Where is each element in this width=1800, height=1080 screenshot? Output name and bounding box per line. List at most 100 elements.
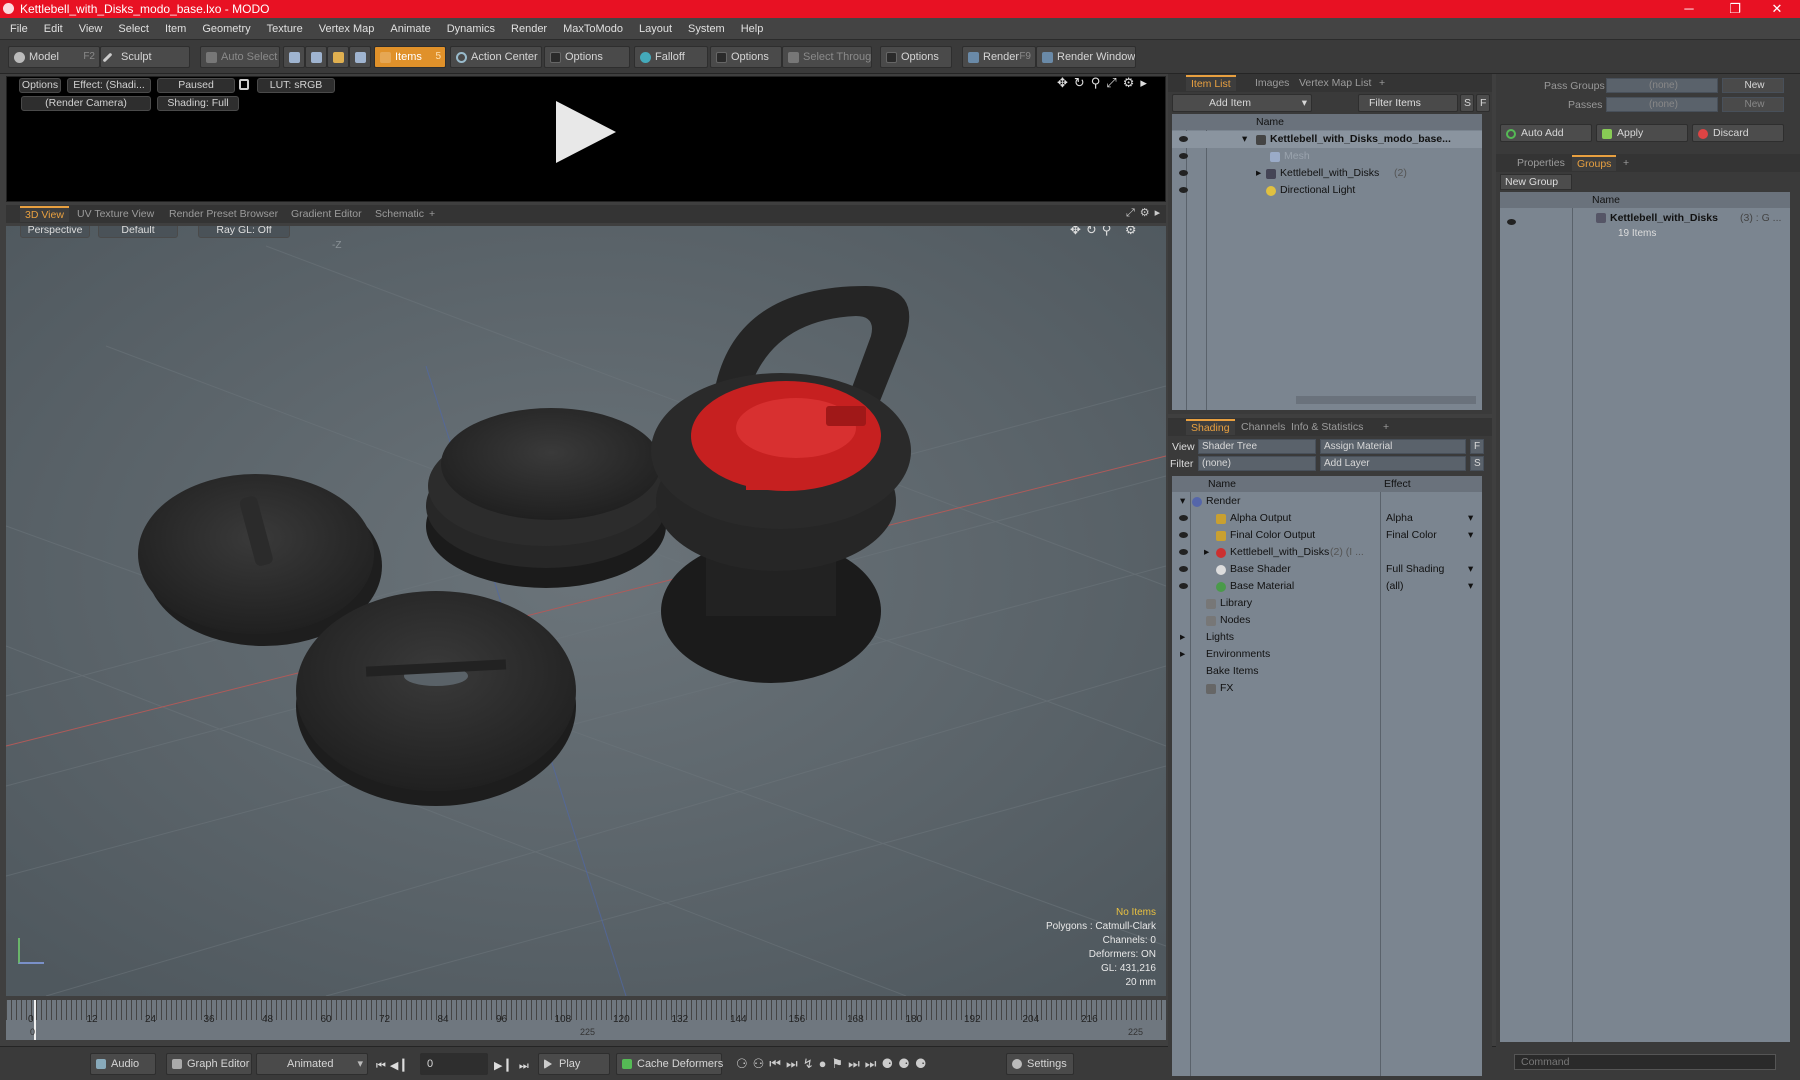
- item-row-kettlebell[interactable]: ▸ Kettlebell_with_Disks (2): [1172, 165, 1482, 182]
- visibility-eye-icon[interactable]: [1179, 583, 1188, 589]
- preview-nav-icons[interactable]: ✥↻⚲⤢⚙▸: [1057, 75, 1153, 91]
- 3d-viewport[interactable]: -Z Perspective Default Ray GL: Off ✥↻⚲ ⚙…: [6, 226, 1166, 996]
- item-tree[interactable]: Name ▾ Kettlebell_with_Disks_modo_base...…: [1172, 114, 1482, 410]
- add-layer-dropdown[interactable]: Add Layer: [1320, 456, 1466, 471]
- tab-shading[interactable]: Shading: [1186, 419, 1235, 435]
- render-preview[interactable]: Options Effect: (Shadi... Paused LUT: sR…: [6, 75, 1166, 202]
- shader-row[interactable]: Nodes: [1172, 612, 1482, 629]
- menu-geometry[interactable]: Geometry: [194, 18, 258, 40]
- expand-arrow-icon[interactable]: ▸: [1180, 629, 1185, 646]
- items-button[interactable]: Items 5: [374, 46, 446, 68]
- render-window-button[interactable]: Render Window: [1036, 46, 1136, 68]
- chevron-down-icon[interactable]: ▾: [1468, 561, 1473, 578]
- expand-arrow-icon[interactable]: ▾: [1180, 493, 1185, 510]
- play-button[interactable]: Play: [538, 1053, 610, 1075]
- item-s-button[interactable]: S: [1460, 94, 1474, 112]
- shader-row[interactable]: Bake Items: [1172, 663, 1482, 680]
- select-through-button[interactable]: Select Through: [782, 46, 872, 68]
- model-button[interactable]: Model F2: [8, 46, 100, 68]
- add-tab-button[interactable]: +: [1378, 419, 1394, 435]
- shading-s-button[interactable]: S: [1470, 456, 1484, 471]
- menu-animate[interactable]: Animate: [382, 18, 438, 40]
- visibility-eye-icon[interactable]: [1179, 566, 1188, 572]
- action-center-button[interactable]: Action Center: [450, 46, 542, 68]
- lock-icon[interactable]: [239, 79, 249, 90]
- shader-tree[interactable]: Name Effect ▾ Render Alpha Output Alpha ▾ Fina…: [1172, 476, 1482, 1076]
- add-tab-button[interactable]: +: [1618, 155, 1634, 171]
- shader-row[interactable]: ▸ Lights: [1172, 629, 1482, 646]
- menu-texture[interactable]: Texture: [259, 18, 311, 40]
- tab-3d-view[interactable]: 3D View: [20, 206, 69, 222]
- preview-options[interactable]: Options: [19, 78, 61, 93]
- item-row-scene[interactable]: ▾ Kettlebell_with_Disks_modo_base...: [1172, 131, 1482, 148]
- timeline[interactable]: 0 12 24 36 48 60 72 84 96 108 120 132 144 156 168 180 19…: [6, 1000, 1166, 1040]
- audio-button[interactable]: Audio: [90, 1053, 156, 1075]
- visibility-eye-icon[interactable]: [1179, 515, 1188, 521]
- tab-render-preset-browser[interactable]: Render Preset Browser: [164, 206, 283, 222]
- expand-arrow-icon[interactable]: ▾: [1242, 131, 1247, 148]
- new-pass-group-button[interactable]: New: [1722, 78, 1784, 93]
- visibility-eye-icon[interactable]: [1179, 153, 1188, 159]
- shader-row[interactable]: ▸ Environments: [1172, 646, 1482, 663]
- menu-system[interactable]: System: [680, 18, 733, 40]
- default-shading-button[interactable]: Default: [98, 226, 178, 238]
- shader-row[interactable]: ▸ Kettlebell_with_Disks (2) (I ...: [1172, 544, 1482, 561]
- view-dropdown[interactable]: Shader Tree: [1198, 439, 1316, 454]
- select-edges-button[interactable]: [305, 46, 327, 68]
- filter-items-input[interactable]: Filter Items: [1358, 94, 1458, 112]
- groups-tree[interactable]: Name Kettlebell_with_Disks (3) : G ... 19…: [1500, 192, 1790, 1042]
- filter-dropdown[interactable]: (none): [1198, 456, 1316, 471]
- visibility-eye-icon[interactable]: [1179, 136, 1188, 142]
- tab-groups[interactable]: Groups: [1572, 155, 1617, 171]
- new-group-button[interactable]: New Group: [1500, 174, 1572, 190]
- item-f-button[interactable]: F: [1476, 94, 1490, 112]
- visibility-eye-icon[interactable]: [1179, 532, 1188, 538]
- select-polygons-button[interactable]: [327, 46, 349, 68]
- options-button-3[interactable]: Options: [880, 46, 952, 68]
- shader-row[interactable]: ▾ Render: [1172, 493, 1482, 510]
- apply-button[interactable]: Apply: [1596, 124, 1688, 142]
- viewport-nav-icons[interactable]: ✥↻⚲ ⚙: [1070, 226, 1142, 238]
- expand-arrow-icon[interactable]: ▸: [1256, 165, 1261, 182]
- select-materials-button[interactable]: [349, 46, 371, 68]
- menu-view[interactable]: View: [71, 18, 111, 40]
- preview-camera[interactable]: (Render Camera): [21, 96, 151, 111]
- shading-f-button[interactable]: F: [1470, 439, 1484, 454]
- add-tab-button[interactable]: +: [1374, 75, 1390, 91]
- assign-material-button[interactable]: Assign Material: [1320, 439, 1466, 454]
- item-row-mesh[interactable]: Mesh: [1172, 148, 1482, 165]
- tab-gradient-editor[interactable]: Gradient Editor: [286, 206, 367, 222]
- add-tab-button[interactable]: +: [424, 206, 440, 222]
- tab-images[interactable]: Images: [1250, 75, 1294, 91]
- chevron-down-icon[interactable]: ▾: [1468, 527, 1473, 544]
- render-button[interactable]: Render F9: [962, 46, 1036, 68]
- options-button-2[interactable]: Options: [710, 46, 782, 68]
- visibility-eye-icon[interactable]: [1179, 170, 1188, 176]
- prev-key-icons[interactable]: ⏮◀▎: [376, 1059, 415, 1073]
- key-tool-icons[interactable]: ⚆⚇⏮⏭↯●⚑⏭⏭⚈⚈⚈: [736, 1056, 931, 1072]
- visibility-eye-icon[interactable]: [1179, 187, 1188, 193]
- tabbar-icons[interactable]: ⤢⚙▸: [1126, 206, 1165, 220]
- play-icon[interactable]: [556, 101, 616, 163]
- shader-row[interactable]: Alpha Output Alpha ▾: [1172, 510, 1482, 527]
- tab-channels[interactable]: Channels: [1236, 419, 1290, 435]
- select-vertices-button[interactable]: [283, 46, 305, 68]
- menu-help[interactable]: Help: [733, 18, 772, 40]
- auto-add-button[interactable]: Auto Add: [1500, 124, 1592, 142]
- preview-shading[interactable]: Shading: Full: [157, 96, 239, 111]
- preview-effect[interactable]: Effect: (Shadi...: [67, 78, 151, 93]
- tab-item-list[interactable]: Item List: [1186, 75, 1236, 91]
- chevron-down-icon[interactable]: ▾: [1468, 510, 1473, 527]
- shader-row[interactable]: Base Material (all) ▾: [1172, 578, 1482, 595]
- tab-schematic[interactable]: Schematic: [370, 206, 429, 222]
- chevron-down-icon[interactable]: ▾: [1468, 578, 1473, 595]
- command-input[interactable]: Command: [1514, 1054, 1776, 1070]
- next-key-icons[interactable]: ▶▎⏭: [494, 1059, 533, 1073]
- tab-properties[interactable]: Properties: [1512, 155, 1570, 171]
- shader-row[interactable]: Base Shader Full Shading ▾: [1172, 561, 1482, 578]
- menu-select[interactable]: Select: [110, 18, 157, 40]
- preview-lut[interactable]: LUT: sRGB: [257, 78, 335, 93]
- add-item-dropdown[interactable]: Add Item ▾: [1172, 94, 1312, 112]
- shader-row[interactable]: FX: [1172, 680, 1482, 697]
- settings-button[interactable]: Settings: [1006, 1053, 1074, 1075]
